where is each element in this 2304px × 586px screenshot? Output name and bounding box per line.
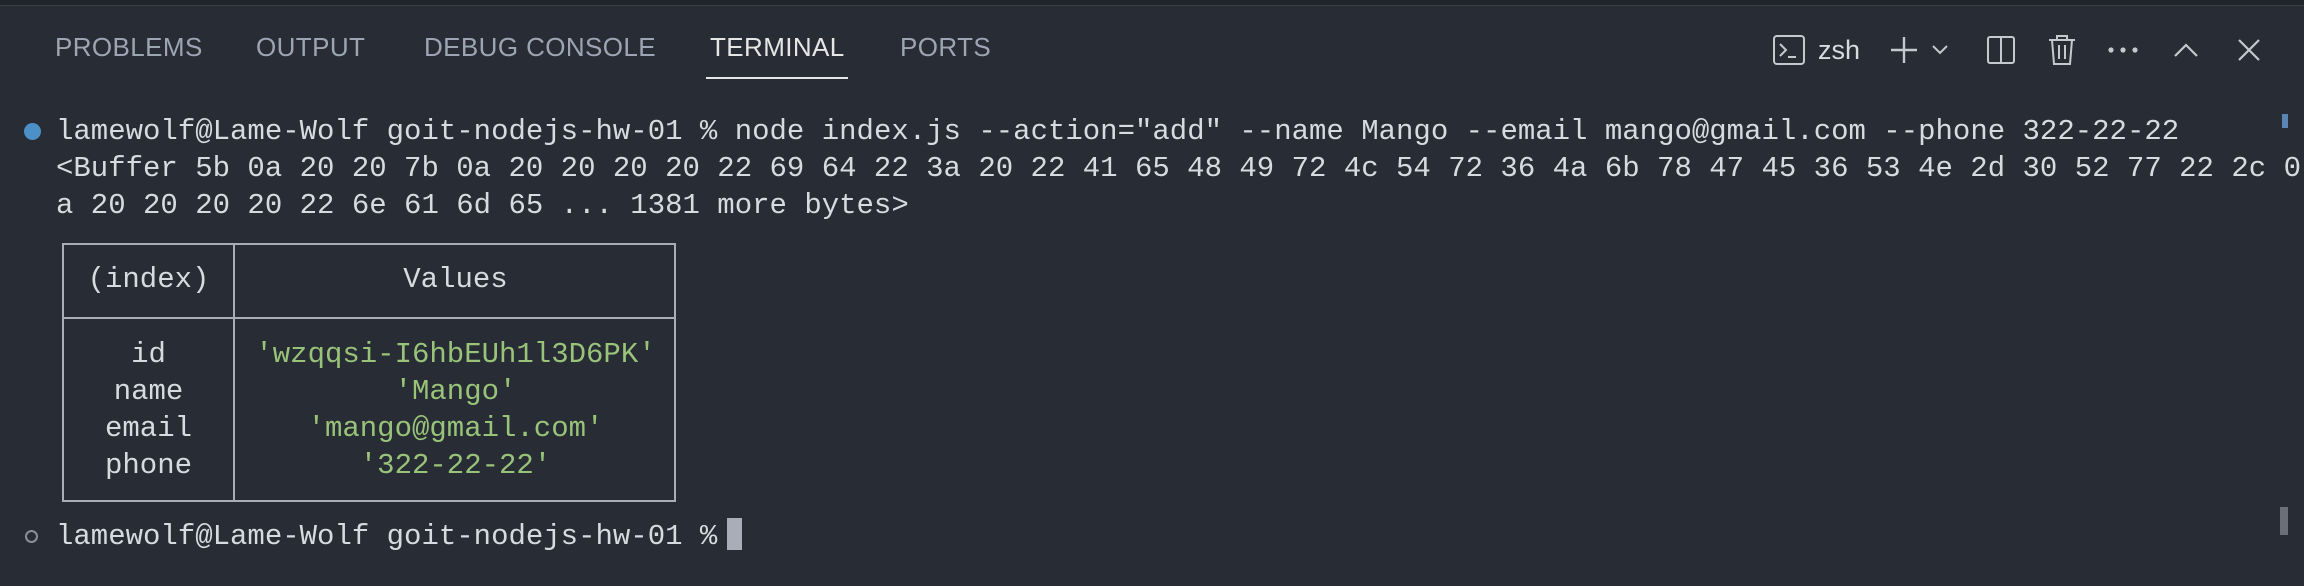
close-panel-button[interactable] — [2231, 30, 2267, 70]
table-row-value: '322-22-22' — [359, 449, 552, 482]
table-header-values: Values — [403, 263, 508, 296]
scrollbar-marker — [2282, 114, 2288, 128]
more-icon — [2107, 46, 2139, 54]
launch-profile-dropdown[interactable] — [1928, 30, 1952, 70]
tab-debug-console[interactable]: DEBUG CONSOLE — [424, 32, 656, 63]
console-table: (index) Values id 'wzqqsi-I6hbEUh1l3D6PK… — [62, 243, 676, 502]
prompt: lamewolf@Lame-Wolf goit-nodejs-hw-01 % — [56, 520, 718, 553]
text-cursor — [727, 518, 743, 550]
prompt: lamewolf@Lame-Wolf goit-nodejs-hw-01 % — [56, 115, 718, 148]
terminal-icon — [1772, 33, 1806, 67]
split-terminal-button[interactable] — [1983, 30, 2019, 70]
table-row-key: id — [131, 338, 166, 371]
more-actions-button[interactable] — [2105, 30, 2141, 70]
table-divider — [64, 317, 674, 319]
split-icon — [1985, 34, 2017, 66]
command-line: lamewolf@Lame-Wolf goit-nodejs-hw-01 % n… — [56, 113, 2179, 150]
kill-terminal-button[interactable] — [2044, 30, 2080, 70]
table-header-index: (index) — [87, 263, 210, 296]
plus-icon — [1888, 34, 1920, 66]
buffer-output-line: <Buffer 5b 0a 20 20 7b 0a 20 20 20 20 22… — [56, 152, 2301, 185]
tab-ports[interactable]: PORTS — [900, 32, 991, 63]
table-row-key: name — [113, 375, 184, 408]
active-tab-indicator — [706, 77, 848, 79]
new-terminal-button[interactable] — [1886, 30, 1922, 70]
tab-problems[interactable]: PROBLEMS — [55, 32, 203, 63]
buffer-output-line: a 20 20 20 20 22 6e 61 6d 65 ... 1381 mo… — [56, 189, 909, 222]
prompt-line[interactable]: lamewolf@Lame-Wolf goit-nodejs-hw-01 % — [56, 518, 743, 555]
chevron-up-icon — [2172, 41, 2200, 59]
tab-terminal[interactable]: TERMINAL — [710, 32, 845, 63]
table-row-value: 'mango@gmail.com' — [307, 412, 604, 445]
table-row-value: 'Mango' — [394, 375, 517, 408]
shell-name: zsh — [1818, 34, 1861, 65]
command-pending-decoration[interactable] — [25, 530, 38, 543]
table-row-key: email — [104, 412, 192, 445]
scrollbar-thumb[interactable] — [2280, 507, 2288, 535]
tab-output[interactable]: OUTPUT — [256, 32, 365, 63]
terminal-profile-button[interactable]: zsh — [1772, 30, 1860, 70]
terminal-output[interactable]: lamewolf@Lame-Wolf goit-nodejs-hw-01 % n… — [0, 100, 2304, 586]
table-row-key: phone — [104, 449, 192, 482]
command-text: node index.js --action="add" --name Mang… — [734, 115, 2180, 148]
chevron-down-icon — [1930, 43, 1950, 57]
command-success-decoration[interactable] — [24, 123, 41, 140]
maximize-panel-button[interactable] — [2168, 30, 2204, 70]
close-icon — [2236, 37, 2262, 63]
trash-icon — [2047, 33, 2077, 67]
table-row-value: 'wzqqsi-I6hbEUh1l3D6PK' — [255, 338, 656, 371]
panel-tab-bar: PROBLEMS OUTPUT DEBUG CONSOLE TERMINAL P… — [0, 6, 2304, 82]
